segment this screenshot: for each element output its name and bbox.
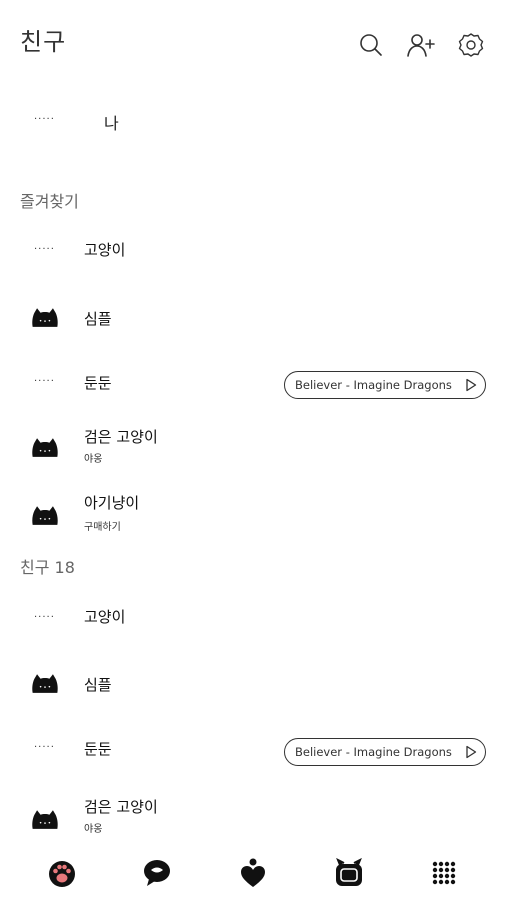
search-icon[interactable] (356, 30, 386, 60)
header: 친구 (0, 0, 506, 90)
favorite-row[interactable]: ····· 둔둔 Believer - Imagine Dragons (0, 356, 506, 412)
avatar: ····· (34, 114, 55, 125)
tab-friends[interactable] (37, 850, 87, 896)
tab-more[interactable] (419, 850, 469, 896)
friend-name: 고양이 (84, 241, 126, 259)
music-title: Believer - Imagine Dragons (295, 745, 452, 759)
favorite-row[interactable]: 아기냥이 구매하기 (0, 488, 506, 544)
cat-avatar-icon (28, 436, 62, 460)
music-status-pill[interactable]: Believer - Imagine Dragons (284, 371, 486, 399)
settings-icon[interactable] (456, 30, 486, 60)
friends-section-label: 친구 18 (20, 558, 75, 577)
avatar: ····· (34, 612, 55, 623)
friend-row[interactable]: ····· 고양이 (0, 590, 506, 646)
friend-name: 검은 고양이 (84, 428, 158, 446)
paw-icon (48, 861, 75, 887)
bottom-tab-bar (0, 846, 506, 900)
friend-status: 야옹 (84, 454, 103, 465)
friend-row[interactable]: 심플 (0, 656, 506, 712)
header-actions (356, 30, 486, 60)
grid-icon (432, 861, 456, 885)
friend-status: 야옹 (84, 824, 103, 835)
page-title: 친구 (20, 28, 67, 56)
favorites-section-label: 즐겨찾기 (20, 192, 79, 211)
music-status-pill[interactable]: Believer - Imagine Dragons (284, 738, 486, 766)
friend-row[interactable]: 검은 고양이 야옹 (0, 790, 506, 846)
avatar: ····· (34, 376, 55, 387)
my-profile-row[interactable]: ····· 나 (0, 100, 506, 142)
favorite-row[interactable]: 검은 고양이 야옹 (0, 420, 506, 476)
play-icon (465, 745, 477, 762)
friend-name: 고양이 (84, 608, 126, 626)
cat-avatar-icon (28, 306, 62, 330)
tab-chats[interactable] (132, 850, 182, 896)
favorite-row[interactable]: 심플 (0, 290, 506, 346)
music-title: Believer - Imagine Dragons (295, 378, 452, 392)
my-name: 나 (104, 114, 119, 133)
cat-avatar-icon (28, 504, 62, 528)
friend-name: 둔둔 (84, 740, 112, 758)
friend-status: 구매하기 (84, 522, 121, 533)
friend-name: 심플 (84, 676, 112, 694)
favorite-row[interactable]: ····· 고양이 (0, 222, 506, 278)
friend-name: 둔둔 (84, 374, 112, 392)
add-friend-icon[interactable] (406, 30, 436, 60)
tv-icon (335, 858, 362, 886)
cat-avatar-icon (28, 672, 62, 696)
friend-name: 검은 고양이 (84, 798, 158, 816)
friend-row[interactable]: ····· 둔둔 Believer - Imagine Dragons (0, 722, 506, 778)
friend-name: 심플 (84, 310, 112, 328)
tab-shopping[interactable] (324, 850, 374, 896)
chat-icon (144, 860, 171, 886)
cat-avatar-icon (28, 808, 62, 832)
heart-icon (240, 858, 265, 887)
tab-view[interactable] (228, 850, 278, 896)
friend-name: 아기냥이 (84, 494, 140, 512)
avatar: ····· (34, 244, 55, 255)
play-icon (465, 378, 477, 395)
avatar: ····· (34, 742, 55, 753)
